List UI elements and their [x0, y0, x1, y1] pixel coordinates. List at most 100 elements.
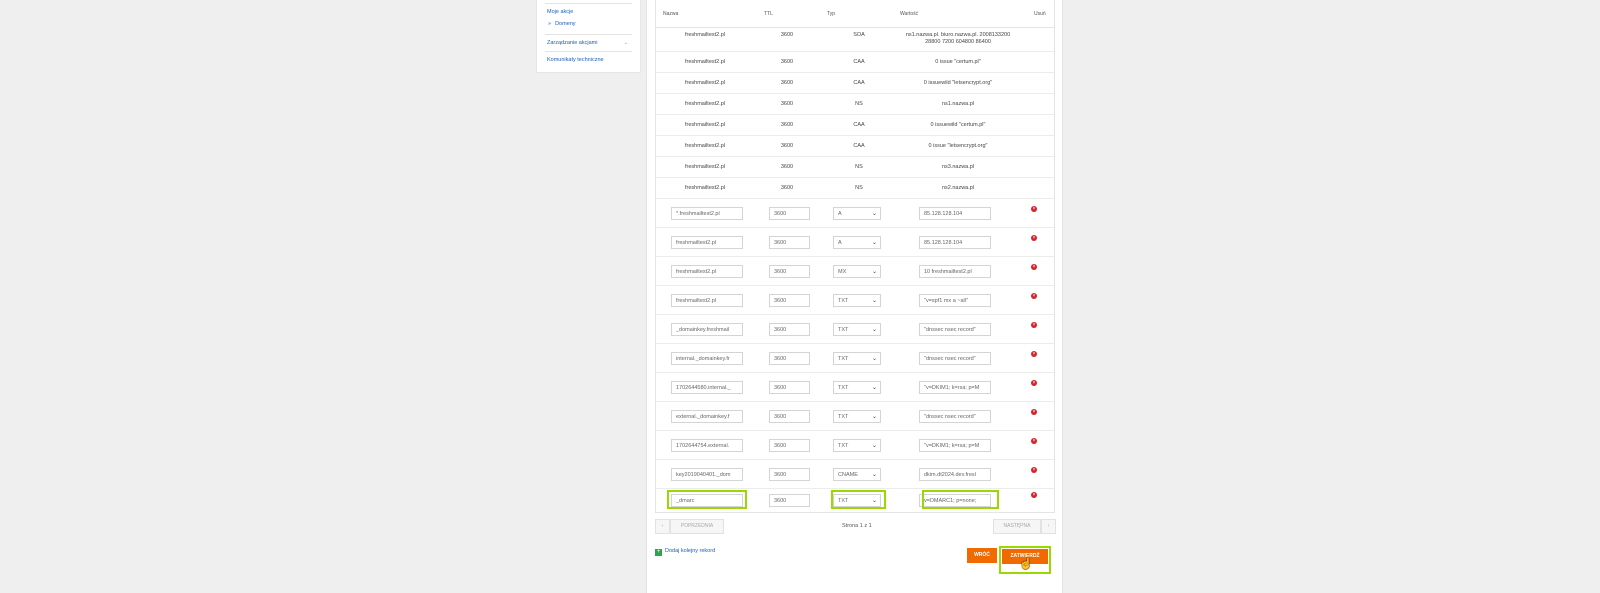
ttl-input[interactable]: 3600 — [769, 323, 810, 336]
record-value: ns1.nazwa.pl — [941, 101, 975, 107]
delete-icon[interactable]: × — [1031, 438, 1037, 444]
sidebar-item-manage-actions[interactable]: Zarządzanie akcjami — [547, 40, 597, 46]
ttl-input[interactable]: 3600 — [769, 265, 810, 278]
next-page-button[interactable]: NASTĘPNA — [993, 519, 1041, 534]
chevron-down-icon: ⌄ — [871, 356, 877, 362]
chevron-down-icon: ⌄ — [871, 269, 877, 275]
name-input[interactable]: 1702644754.external. — [671, 439, 743, 452]
chevron-down-icon: ⌄ — [871, 443, 877, 449]
record-value: 0 issuewild "letsencrypt.org" — [923, 80, 993, 86]
record-type: NS — [855, 101, 863, 107]
type-select[interactable]: A ⌄ — [833, 236, 881, 249]
name-input[interactable]: internal._domainkey.fr — [671, 352, 743, 365]
name-input[interactable]: freshmailtest2.pl — [671, 294, 743, 307]
ttl-input[interactable]: 3600 — [769, 468, 810, 481]
chevron-down-icon: ⌄ — [871, 327, 877, 333]
value-input[interactable]: "v=DKIM1; k=rsa; p=M — [919, 439, 991, 452]
type-select-value: TXT — [838, 385, 849, 391]
delete-icon[interactable]: × — [1031, 492, 1037, 498]
type-select[interactable]: CNAME ⌄ — [833, 468, 881, 481]
record-value: ns1.nazwa.pl. biuro.nazwa.pl. 2008133200 — [905, 32, 1011, 38]
type-select[interactable]: A ⌄ — [833, 207, 881, 220]
sidebar-item-domains[interactable]: » Domeny — [548, 21, 576, 27]
value-input[interactable]: 85.128.128.104 — [919, 236, 991, 249]
record-ttl: 3600 — [780, 59, 794, 65]
value-input[interactable]: 85.128.128.104 — [919, 207, 991, 220]
value-input[interactable]: "dnssec nsec record" — [919, 323, 991, 336]
type-select[interactable]: TXT ⌄ — [833, 439, 881, 452]
name-input[interactable]: key2019040401._dom — [671, 468, 743, 481]
table-row-editable: freshmailtest2.pl 3600 TXT ⌄ "v=spf1 mx a… — [656, 286, 1054, 315]
delete-icon[interactable]: × — [1031, 380, 1037, 386]
name-input[interactable]: freshmailtest2.pl — [671, 265, 743, 278]
value-input[interactable]: "v=spf1 mx a ~all" — [919, 294, 991, 307]
ttl-input[interactable]: 3600 — [769, 207, 810, 220]
dns-records-table: Nazwa TTL Typ Wartość Usuń freshmailtest… — [655, 0, 1055, 513]
record-value: ns3.nazwa.pl — [941, 164, 975, 170]
main-panel: Nazwa TTL Typ Wartość Usuń freshmailtest… — [646, 0, 1063, 593]
table-row-editable: _domainkey.freshmail 3600 TXT ⌄ "dnssec n… — [656, 315, 1054, 344]
sidebar-item-label: Domeny — [555, 21, 576, 27]
prev-arrow-icon[interactable]: ‹ — [655, 519, 670, 534]
ttl-input[interactable]: 3600 — [769, 381, 810, 394]
name-input[interactable]: freshmailtest2.pl — [671, 236, 743, 249]
value-input[interactable]: dkim.dt2024.dev.fresl — [919, 468, 991, 481]
table-row-editable: 1702644580.internal._ 3600 TXT ⌄ "v=DKIM1… — [656, 373, 1054, 402]
record-type: SOA — [853, 32, 865, 38]
table-row-editable: *.freshmailtest2.pl 3600 A ⌄ 85.128.128.1… — [656, 199, 1054, 228]
type-select-value: A — [838, 211, 842, 217]
record-ttl: 3600 — [780, 122, 794, 128]
prev-page-button[interactable]: POPRZEDNIA — [670, 519, 724, 534]
sidebar-item-my-actions[interactable]: Moje akcje — [547, 9, 573, 15]
type-select[interactable]: TXT ⌄ — [833, 294, 881, 307]
record-ttl: 3600 — [780, 101, 794, 107]
back-button[interactable]: WRÓĆ — [967, 548, 997, 563]
ttl-input[interactable]: 3600 — [769, 439, 810, 452]
type-select-value: MX — [838, 269, 847, 275]
delete-icon[interactable]: × — [1031, 206, 1037, 212]
value-input[interactable]: 10 freshmailtest2.pl — [919, 265, 991, 278]
type-select[interactable]: MX ⌄ — [833, 265, 881, 278]
type-select[interactable]: TXT ⌄ — [833, 323, 881, 336]
table-row-editable: external._domainkey.f 3600 TXT ⌄ "dnssec … — [656, 402, 1054, 431]
record-value: 28800 7200 604800 86400 — [925, 39, 991, 45]
ttl-input[interactable]: 3600 — [769, 294, 810, 307]
ttl-input[interactable]: 3600 — [769, 410, 810, 423]
delete-icon[interactable]: × — [1031, 264, 1037, 270]
add-record-label: Dodaj kolejny rekord — [665, 548, 716, 554]
delete-icon[interactable]: × — [1031, 351, 1037, 357]
ttl-input[interactable]: 3600 — [769, 236, 810, 249]
record-name: freshmailtest2.pl — [685, 143, 726, 149]
name-input[interactable]: 1702644580.internal._ — [671, 381, 743, 394]
delete-icon[interactable]: × — [1031, 293, 1037, 299]
delete-icon[interactable]: × — [1031, 322, 1037, 328]
type-select[interactable]: TXT ⌄ — [833, 352, 881, 365]
delete-icon[interactable]: × — [1031, 467, 1037, 473]
type-select[interactable]: TXT ⌄ — [833, 381, 881, 394]
name-input[interactable]: *.freshmailtest2.pl — [671, 207, 743, 220]
type-select-value: TXT — [838, 443, 849, 449]
name-input[interactable]: _domainkey.freshmail — [671, 323, 743, 336]
table-header: Nazwa TTL Typ Wartość Usuń — [656, 0, 1054, 28]
value-input[interactable]: "v=DKIM1; k=rsa; p=M — [919, 381, 991, 394]
value-input[interactable]: "dnssec nsec record" — [919, 410, 991, 423]
chevron-down-icon[interactable]: ⌄ — [624, 40, 628, 46]
ttl-input[interactable]: 3600 — [769, 494, 810, 507]
sidebar-item-tech-notices[interactable]: Komunikaty techniczne — [547, 57, 604, 63]
record-name: freshmailtest2.pl — [685, 59, 726, 65]
delete-icon[interactable]: × — [1031, 409, 1037, 415]
table-row-editable: freshmailtest2.pl 3600 MX ⌄ 10 freshmailt… — [656, 257, 1054, 286]
ttl-input[interactable]: 3600 — [769, 352, 810, 365]
name-input[interactable]: external._domainkey.f — [671, 410, 743, 423]
delete-icon[interactable]: × — [1031, 235, 1037, 241]
chevron-down-icon: ⌄ — [871, 211, 877, 217]
bullet-icon: » — [548, 21, 552, 27]
next-arrow-icon[interactable]: › — [1041, 519, 1056, 534]
table-row-editable: freshmailtest2.pl 3600 A ⌄ 85.128.128.104… — [656, 228, 1054, 257]
type-select[interactable]: TXT ⌄ — [833, 410, 881, 423]
table-row: freshmailtest2.pl 3600 NS ns2.nazwa.pl — [656, 178, 1054, 199]
value-input[interactable]: "dnssec nsec record" — [919, 352, 991, 365]
record-name: freshmailtest2.pl — [685, 122, 726, 128]
table-row: freshmailtest2.pl 3600 SOA ns1.nazwa.pl.… — [656, 28, 1054, 52]
add-record-link[interactable]: + Dodaj kolejny rekord — [655, 548, 715, 556]
